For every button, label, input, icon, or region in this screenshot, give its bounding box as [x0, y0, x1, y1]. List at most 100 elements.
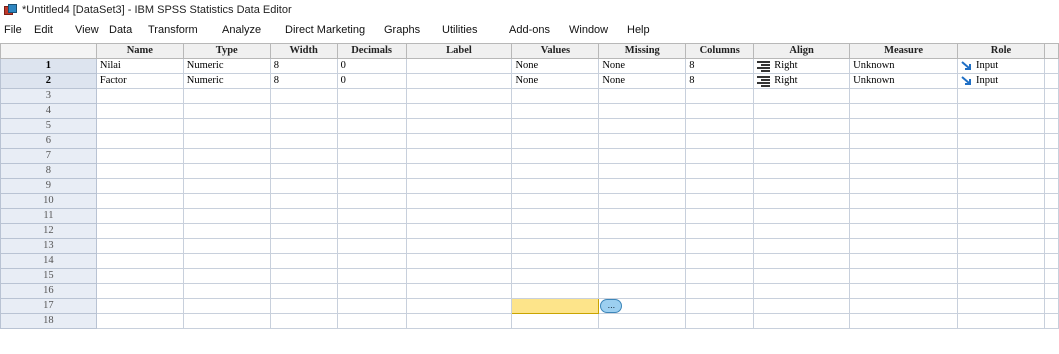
measure-cell[interactable]: [849, 208, 958, 224]
values-cell[interactable]: [511, 253, 600, 269]
row-number[interactable]: 12: [0, 223, 97, 239]
align-cell[interactable]: [753, 133, 851, 149]
width-cell[interactable]: [269, 253, 338, 269]
width-cell[interactable]: [269, 103, 338, 119]
measure-cell[interactable]: [849, 283, 958, 299]
decimals-cell[interactable]: [336, 238, 407, 254]
column-header-missing[interactable]: Missing: [598, 43, 687, 59]
type-cell[interactable]: [182, 223, 271, 239]
decimals-cell[interactable]: 0: [336, 58, 407, 74]
align-cell[interactable]: [753, 103, 851, 119]
measure-cell[interactable]: [849, 103, 958, 119]
row-number[interactable]: 1: [0, 58, 97, 74]
width-cell[interactable]: [269, 88, 338, 104]
label-cell[interactable]: [405, 133, 513, 149]
missing-cell[interactable]: None: [598, 73, 687, 89]
type-cell[interactable]: [182, 148, 271, 164]
decimals-cell[interactable]: [336, 223, 407, 239]
type-cell[interactable]: Numeric: [182, 58, 271, 74]
measure-cell[interactable]: [849, 88, 958, 104]
row-number[interactable]: 6: [0, 133, 97, 149]
name-cell[interactable]: [95, 118, 184, 134]
role-cell[interactable]: [957, 118, 1045, 134]
measure-cell[interactable]: Unknown: [849, 73, 958, 89]
measure-cell[interactable]: [849, 193, 958, 209]
measure-cell[interactable]: [849, 118, 958, 134]
role-cell[interactable]: [957, 283, 1045, 299]
row-number[interactable]: 17: [0, 298, 97, 314]
column-header-name[interactable]: Name: [95, 43, 184, 59]
row-number[interactable]: 2: [0, 73, 97, 89]
missing-cell[interactable]: [598, 178, 687, 194]
row-number[interactable]: 13: [0, 238, 97, 254]
missing-cell[interactable]: [598, 283, 687, 299]
decimals-cell[interactable]: [336, 103, 407, 119]
column-header-align[interactable]: Align: [753, 43, 851, 59]
role-cell[interactable]: [957, 163, 1045, 179]
name-cell[interactable]: [95, 223, 184, 239]
label-cell[interactable]: [405, 313, 513, 329]
width-cell[interactable]: 8: [269, 73, 338, 89]
measure-cell[interactable]: [849, 298, 958, 314]
values-cell[interactable]: [511, 268, 600, 284]
columns-cell[interactable]: [685, 298, 755, 314]
values-cell[interactable]: [511, 103, 600, 119]
column-header-label[interactable]: Label: [405, 43, 513, 59]
name-cell[interactable]: Nilai: [95, 58, 184, 74]
columns-cell[interactable]: [685, 238, 755, 254]
columns-cell[interactable]: [685, 268, 755, 284]
label-cell[interactable]: [405, 178, 513, 194]
name-cell[interactable]: [95, 253, 184, 269]
role-cell[interactable]: [957, 253, 1045, 269]
label-cell[interactable]: [405, 238, 513, 254]
menu-edit[interactable]: Edit: [34, 24, 53, 36]
measure-cell[interactable]: [849, 253, 958, 269]
type-cell[interactable]: [182, 238, 271, 254]
columns-cell[interactable]: [685, 208, 755, 224]
name-cell[interactable]: [95, 103, 184, 119]
name-cell[interactable]: [95, 283, 184, 299]
values-cell[interactable]: [511, 88, 600, 104]
measure-cell[interactable]: [849, 238, 958, 254]
type-cell[interactable]: [182, 193, 271, 209]
values-cell[interactable]: [511, 238, 600, 254]
column-header-measure[interactable]: Measure: [849, 43, 958, 59]
align-cell[interactable]: Right: [753, 73, 851, 89]
align-cell[interactable]: [753, 178, 851, 194]
columns-cell[interactable]: [685, 253, 755, 269]
align-cell[interactable]: [753, 283, 851, 299]
columns-cell[interactable]: [685, 103, 755, 119]
type-cell[interactable]: [182, 208, 271, 224]
type-cell[interactable]: [182, 118, 271, 134]
role-cell[interactable]: [957, 103, 1045, 119]
menu-graphs[interactable]: Graphs: [384, 24, 420, 36]
columns-cell[interactable]: [685, 148, 755, 164]
measure-cell[interactable]: [849, 133, 958, 149]
role-cell[interactable]: [957, 208, 1045, 224]
width-cell[interactable]: [269, 133, 338, 149]
decimals-cell[interactable]: [336, 298, 407, 314]
decimals-cell[interactable]: [336, 88, 407, 104]
role-cell[interactable]: Input: [957, 73, 1045, 89]
width-cell[interactable]: [269, 163, 338, 179]
type-cell[interactable]: [182, 298, 271, 314]
decimals-cell[interactable]: [336, 253, 407, 269]
menu-direct-marketing[interactable]: Direct Marketing: [285, 24, 365, 36]
row-number[interactable]: 18: [0, 313, 97, 329]
values-cell[interactable]: [511, 283, 600, 299]
type-cell[interactable]: [182, 313, 271, 329]
label-cell[interactable]: [405, 58, 513, 74]
menu-help[interactable]: Help: [627, 24, 650, 36]
menu-analyze[interactable]: Analyze: [222, 24, 261, 36]
role-cell[interactable]: [957, 313, 1045, 329]
name-cell[interactable]: [95, 148, 184, 164]
width-cell[interactable]: [269, 283, 338, 299]
label-cell[interactable]: [405, 103, 513, 119]
decimals-cell[interactable]: [336, 178, 407, 194]
values-cell[interactable]: [511, 313, 600, 329]
row-number[interactable]: 10: [0, 193, 97, 209]
width-cell[interactable]: [269, 223, 338, 239]
name-cell[interactable]: [95, 88, 184, 104]
row-number[interactable]: 14: [0, 253, 97, 269]
width-cell[interactable]: [269, 118, 338, 134]
